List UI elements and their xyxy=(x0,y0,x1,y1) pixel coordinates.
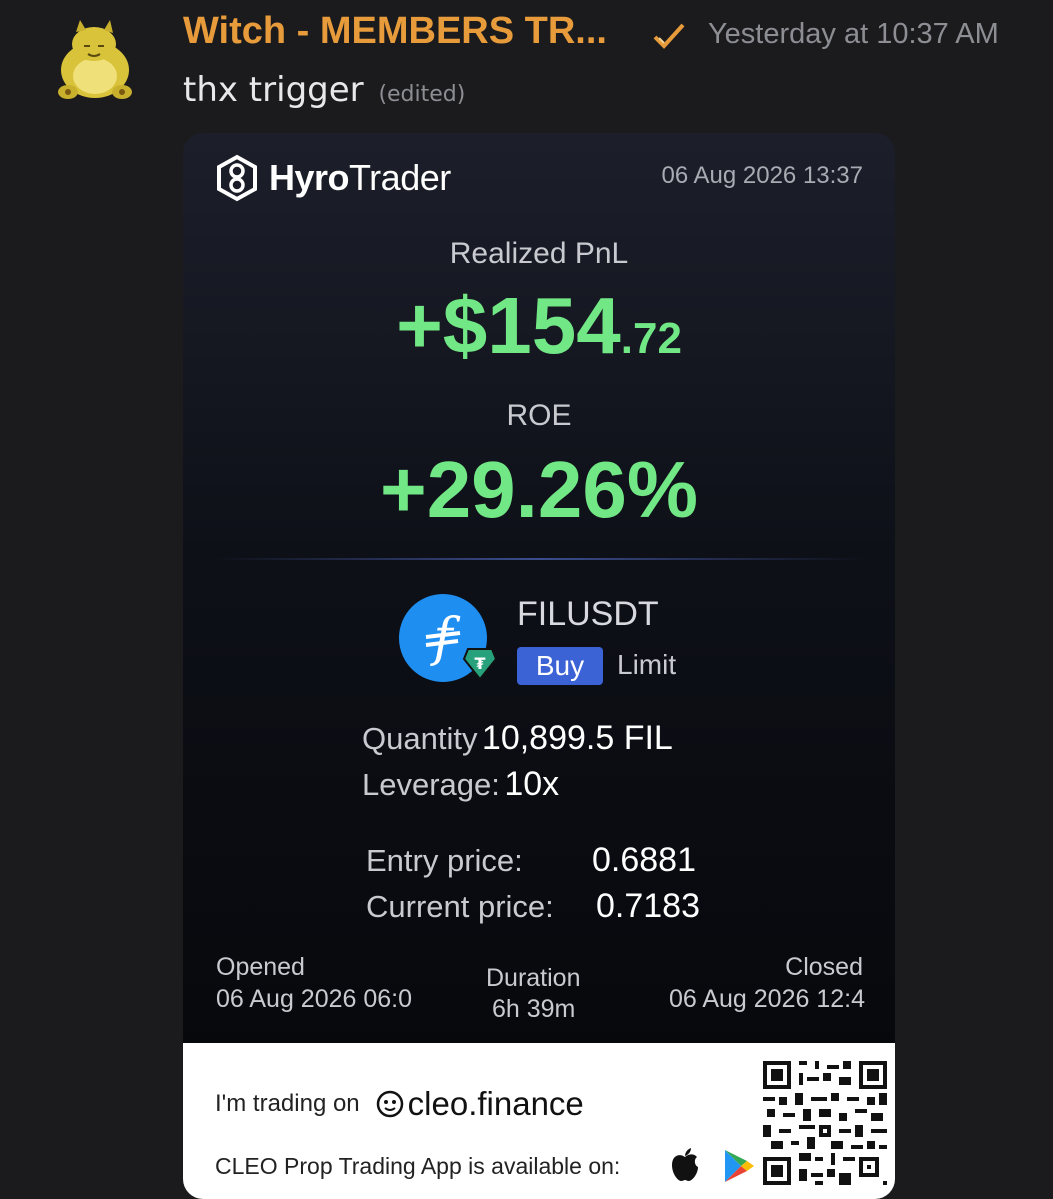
closed-label: Closed xyxy=(785,953,863,981)
cleo-logo-icon xyxy=(376,1090,403,1118)
current-price-label: Current price: xyxy=(366,889,554,924)
pnl-value: +$154.72 xyxy=(183,281,895,384)
apple-icon xyxy=(672,1148,698,1181)
roe-label: ROE xyxy=(506,399,572,432)
google-play-icon xyxy=(725,1150,754,1182)
message-username[interactable]: Witch - MEMBERS TR... xyxy=(183,10,607,53)
brand-suffix: Trader xyxy=(349,157,451,198)
card-date: 06 Aug 2026 13:37 xyxy=(661,162,863,189)
user-avatar[interactable] xyxy=(50,14,140,104)
quantity-row: Quantity 10,899.5 FIL xyxy=(362,719,673,758)
trade-card-image[interactable]: HyroTrader 06 Aug 2026 13:37 Realized Pn… xyxy=(183,133,895,1199)
leverage-row: Leverage: 10x xyxy=(362,765,559,804)
edited-label: (edited) xyxy=(378,82,466,107)
entry-price-row: Entry price: 0.6881 xyxy=(366,841,696,880)
leverage-value: 10x xyxy=(504,765,560,803)
hyrotrader-logo-icon xyxy=(217,154,257,202)
message-timestamp: Yesterday at 10:37 AM xyxy=(708,18,999,50)
verified-check-icon xyxy=(653,23,685,49)
brand-prefix: Hyro xyxy=(269,157,350,198)
filecoin-icon: f ₮ xyxy=(399,594,498,682)
closed-value-text: 06 Aug 2026 12:4 xyxy=(668,985,865,1013)
leverage-label: Leverage: xyxy=(362,767,500,802)
hyrotrader-brand: HyroTrader xyxy=(213,153,451,203)
quantity-label: Quantity xyxy=(362,721,478,756)
opened-value: 06 Aug 2026 06:0 xyxy=(216,985,413,1013)
duration-label: Duration xyxy=(486,964,581,992)
entry-price-label: Entry price: xyxy=(366,843,523,878)
pnl-label: Realized PnL xyxy=(449,237,629,270)
cleo-name: cleo.finance xyxy=(407,1085,584,1122)
quantity-value: 10,899.5 FIL xyxy=(481,719,673,757)
entry-price-value: 0.6881 xyxy=(592,841,696,879)
closed-value: 06 Aug 2026 12:4 xyxy=(647,985,865,1014)
current-price-value: 0.7183 xyxy=(596,887,700,925)
opened-label: Opened xyxy=(216,953,305,981)
promo-footer: I'm trading on cleo.finance CLEO Prop Tr… xyxy=(183,1043,895,1199)
message-text: thx trigger xyxy=(183,70,364,110)
divider xyxy=(213,558,865,560)
trading-on-label: I'm trading on xyxy=(215,1090,360,1117)
pnl-main: +$154 xyxy=(396,281,621,370)
availability-text: CLEO Prop Trading App is available on: xyxy=(215,1153,621,1179)
current-price-row: Current price: 0.7183 xyxy=(366,887,700,926)
brand-name: HyroTrader xyxy=(269,157,451,199)
side-badge: Buy xyxy=(517,647,603,685)
duration-value: 6h 39m xyxy=(492,995,576,1023)
qr-code xyxy=(759,1057,891,1189)
message-body: thx trigger (edited) xyxy=(183,70,465,110)
trading-pair: FILUSDT xyxy=(517,595,659,633)
trading-on-line: I'm trading on cleo.finance xyxy=(215,1085,584,1123)
pnl-cents: .72 xyxy=(620,314,682,363)
svg-text:₮: ₮ xyxy=(474,654,485,673)
order-type: Limit xyxy=(617,649,677,680)
tether-icon: ₮ xyxy=(462,648,498,681)
roe-value: +29.26% xyxy=(379,445,699,534)
